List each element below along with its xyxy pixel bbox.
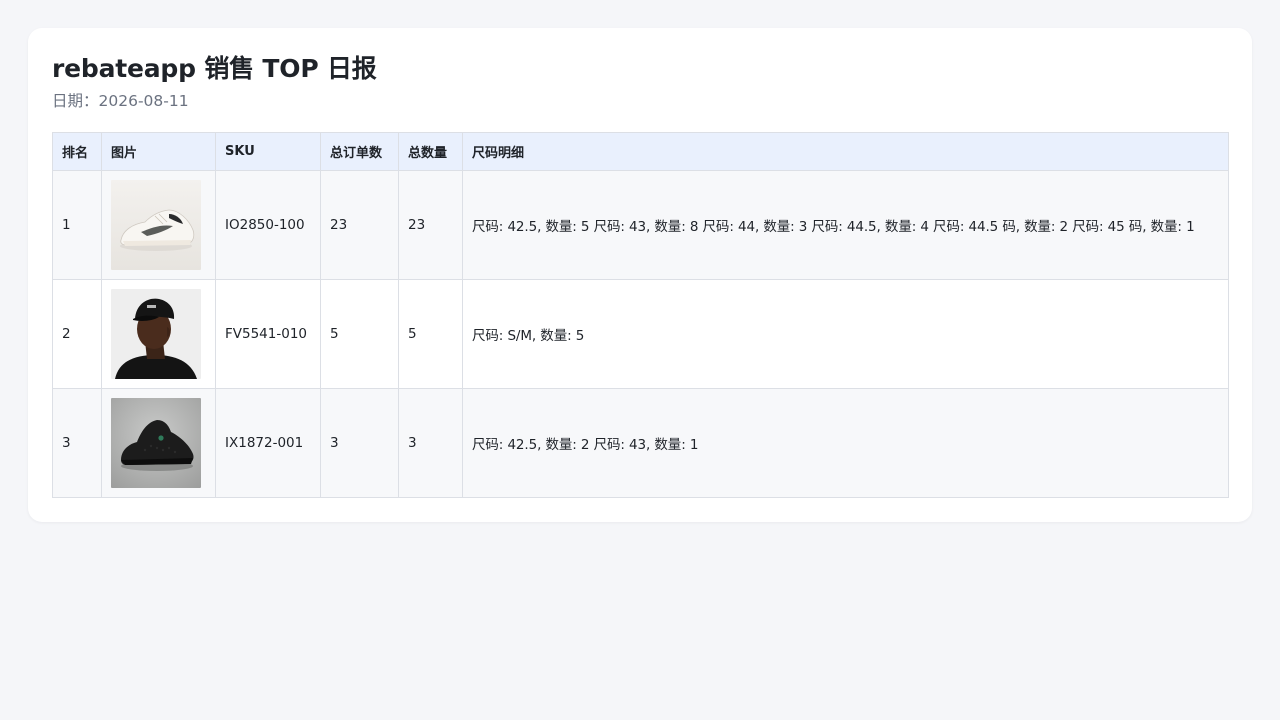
sales-table: 排名 图片 SKU 总订单数 总数量 尺码明细 1 IO2850-100 23 …	[52, 132, 1229, 498]
orders-cell: 3	[320, 388, 399, 498]
table-body: 1 IO2850-100 23 23 尺码: 42.5, 数量: 5 尺码: 4…	[52, 170, 1229, 498]
sizes-cell: 尺码: 42.5, 数量: 5 尺码: 43, 数量: 8 尺码: 44, 数量…	[462, 170, 1229, 280]
rank-cell: 3	[52, 388, 102, 498]
quantity-cell: 5	[398, 279, 463, 389]
sku-cell: IO2850-100	[215, 170, 321, 280]
black-cap-model-image	[111, 289, 201, 379]
black-high-top-sneaker-image	[111, 398, 201, 488]
column-header-orders: 总订单数	[320, 132, 399, 171]
sizes-cell: 尺码: 42.5, 数量: 2 尺码: 43, 数量: 1	[462, 388, 1229, 498]
orders-cell: 23	[320, 170, 399, 280]
sku-cell: IX1872-001	[215, 388, 321, 498]
column-header-rank: 排名	[52, 132, 102, 171]
date-label: 日期：	[52, 92, 99, 110]
report-date: 日期： 2026-08-11	[52, 90, 1228, 112]
table-header: 排名 图片 SKU 总订单数 总数量 尺码明细	[52, 132, 1229, 171]
column-header-sku: SKU	[215, 132, 321, 171]
image-cell	[101, 170, 216, 280]
table-row: 1 IO2850-100 23 23 尺码: 42.5, 数量: 5 尺码: 4…	[52, 170, 1229, 280]
column-header-image: 图片	[101, 132, 216, 171]
quantity-cell: 3	[398, 388, 463, 498]
sizes-cell: 尺码: S/M, 数量: 5	[462, 279, 1229, 389]
sku-cell: FV5541-010	[215, 279, 321, 389]
white-sneaker-image	[111, 180, 201, 270]
table-row: 3 IX1872-001 3 3 尺码: 42.5, 数量: 2 尺码: 43,…	[52, 388, 1229, 498]
rank-cell: 2	[52, 279, 102, 389]
table-row: 2 FV5541-010 5 5 尺码: S/M, 数量: 5	[52, 279, 1229, 389]
image-cell	[101, 388, 216, 498]
orders-cell: 5	[320, 279, 399, 389]
page-title: rebateapp 销售 TOP 日报	[52, 54, 377, 83]
column-header-quantity: 总数量	[398, 132, 463, 171]
report-card: rebateapp 销售 TOP 日报 日期： 2026-08-11 排名 图片…	[28, 28, 1252, 522]
quantity-cell: 23	[398, 170, 463, 280]
date-value: 2026-08-11	[98, 92, 189, 110]
rank-cell: 1	[52, 170, 102, 280]
column-header-sizes: 尺码明细	[462, 132, 1229, 171]
image-cell	[101, 279, 216, 389]
